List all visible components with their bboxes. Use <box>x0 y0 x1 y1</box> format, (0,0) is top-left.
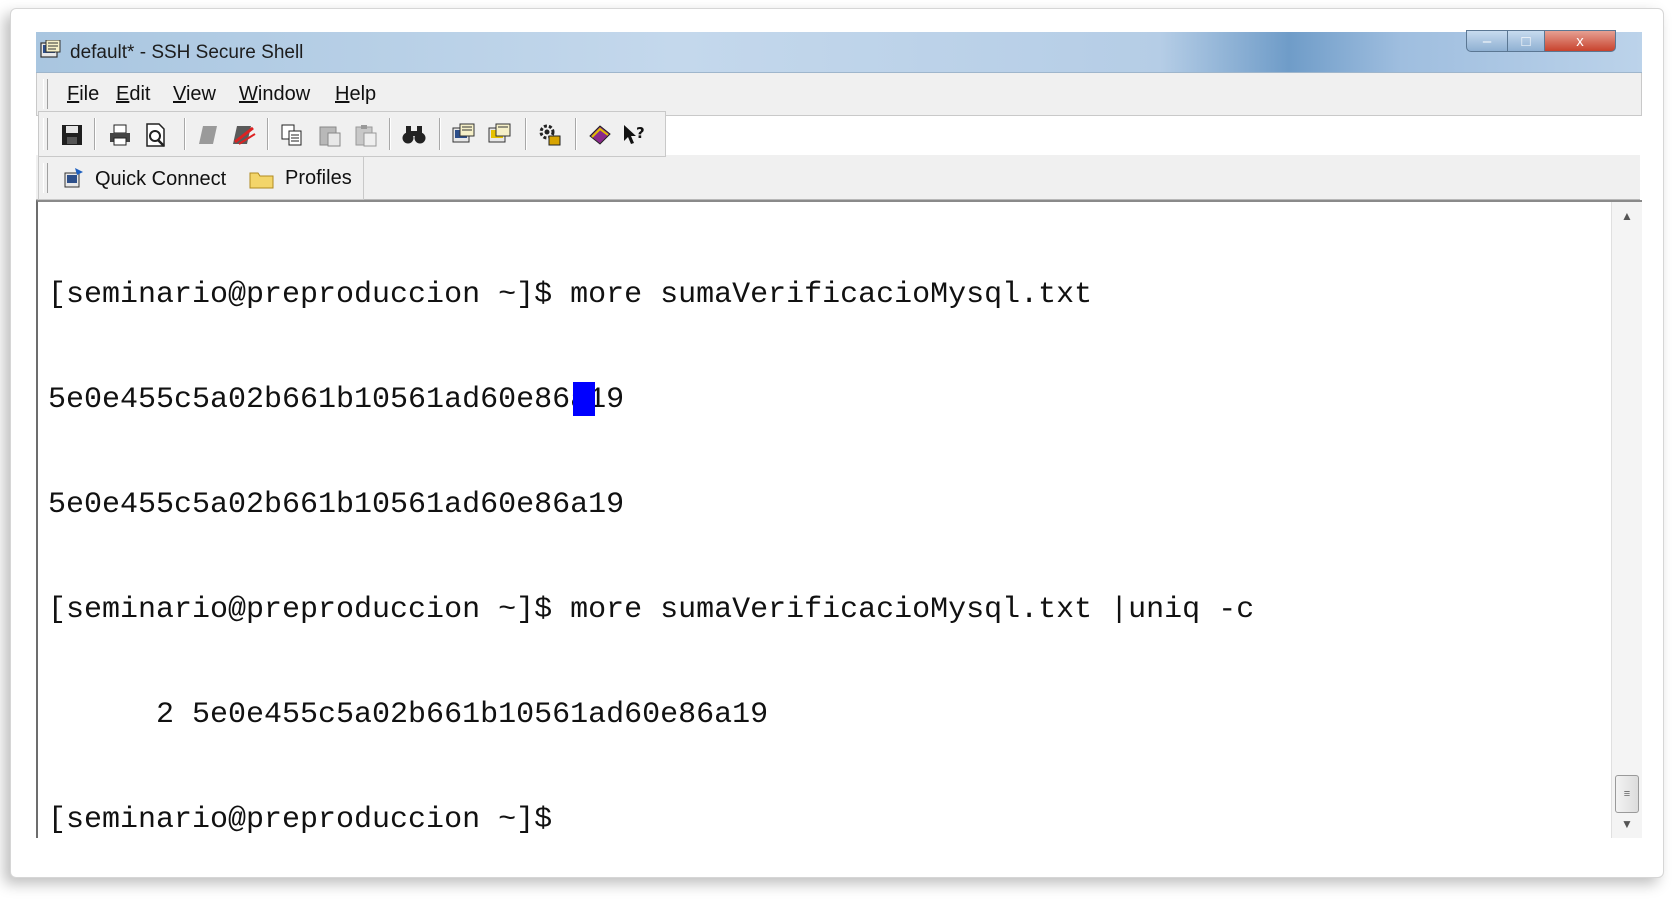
terminal-line: [seminario@preproduccion ~]$ more sumaVe… <box>48 593 1255 627</box>
quick-connect-button[interactable]: Quick Connect <box>63 167 226 191</box>
toolbar-separator <box>267 118 269 150</box>
menubar-grip[interactable] <box>43 79 48 109</box>
menu-file[interactable]: File <box>67 83 99 106</box>
minimize-button[interactable]: – <box>1466 30 1508 52</box>
toolbar-grip[interactable] <box>43 118 48 150</box>
terminal-line: 2 5e0e455c5a02b661b10561ad60e86a19 <box>48 698 769 732</box>
settings-icon[interactable] <box>537 122 563 148</box>
save-icon[interactable] <box>59 122 85 148</box>
profiles-button[interactable]: Profiles <box>249 167 352 190</box>
folder-icon <box>249 172 274 188</box>
context-help-icon[interactable]: ? <box>621 122 647 148</box>
ssh-window: default* - SSH Secure Shell – □ x File E… <box>36 30 1642 858</box>
ssh-app-icon <box>40 40 61 58</box>
window-controls: – □ x <box>1466 30 1616 52</box>
terminal-cursor <box>573 382 595 416</box>
vertical-scrollbar[interactable]: ▲ ≡ ▼ <box>1611 202 1642 838</box>
toolbar-separator <box>94 118 96 150</box>
toolbar-separator <box>575 118 577 150</box>
reconnect-icon[interactable] <box>231 122 257 148</box>
scroll-down-arrow[interactable]: ▼ <box>1612 812 1642 836</box>
quick-connect-bar: Quick Connect Profiles <box>38 156 364 200</box>
quickbar-grip[interactable] <box>43 163 48 193</box>
menu-help[interactable]: Help <box>335 83 376 106</box>
menu-window[interactable]: Window <box>239 83 310 106</box>
profiles-label: Profiles <box>285 167 352 189</box>
quick-connect-label: Quick Connect <box>95 167 227 190</box>
quick-connect-icon <box>64 168 83 188</box>
toolbar-separator <box>525 118 527 150</box>
terminal-area[interactable]: [seminario@preproduccion ~]$ more sumaVe… <box>36 200 1642 838</box>
print-preview-icon[interactable] <box>143 122 169 148</box>
disconnect-icon[interactable] <box>197 122 223 148</box>
terminal-output: [seminario@preproduccion ~]$ more sumaVe… <box>48 208 1254 908</box>
terminal-line: [seminario@preproduccion ~]$ <box>48 803 571 837</box>
new-file-transfer-icon[interactable] <box>487 122 513 148</box>
svg-text:?: ? <box>636 124 645 142</box>
close-button[interactable]: x <box>1545 30 1616 52</box>
scroll-thumb[interactable]: ≡ <box>1615 775 1639 813</box>
menu-bar: File Edit View Window Help <box>36 73 1642 116</box>
find-icon[interactable] <box>401 122 427 148</box>
window-title: default* - SSH Secure Shell <box>70 42 304 63</box>
menu-view[interactable]: View <box>173 83 216 106</box>
new-terminal-icon[interactable] <box>451 122 477 148</box>
toolbar-separator <box>439 118 441 150</box>
toolbar-separator <box>184 118 186 150</box>
terminal-line: [seminario@preproduccion ~]$ more sumaVe… <box>48 278 1093 312</box>
terminal-line: 5e0e455c5a02b661b10561ad60e86a19 <box>48 488 625 522</box>
copy-icon[interactable] <box>279 122 305 148</box>
scroll-up-arrow[interactable]: ▲ <box>1612 204 1642 228</box>
print-icon[interactable] <box>107 122 133 148</box>
help-book-icon[interactable] <box>587 122 613 148</box>
paste-icon[interactable] <box>317 122 343 148</box>
paste-alt-icon[interactable] <box>353 122 379 148</box>
toolbar: ? <box>38 111 666 157</box>
toolbar-separator <box>389 118 391 150</box>
title-bar[interactable]: default* - SSH Secure Shell – □ x <box>36 30 1642 73</box>
terminal-line: 5e0e455c5a02b661b10561ad60e86a19 <box>48 383 625 417</box>
maximize-button[interactable]: □ <box>1508 30 1545 52</box>
menu-edit[interactable]: Edit <box>116 83 150 106</box>
